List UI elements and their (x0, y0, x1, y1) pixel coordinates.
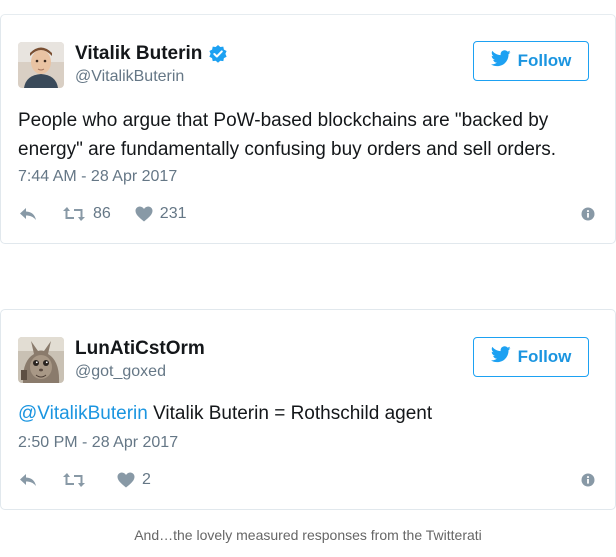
follow-button[interactable]: Follow (473, 337, 589, 377)
author-block[interactable]: LunAtiCstOrm @got_goxed (75, 338, 205, 383)
avatar[interactable] (18, 42, 64, 88)
timestamp[interactable]: 7:44 AM - 28 Apr 2017 (18, 168, 177, 186)
like-button[interactable]: 231 (135, 205, 187, 223)
handle[interactable]: @VitalikButerin (75, 66, 228, 88)
follow-button-label[interactable]: Follow (518, 51, 572, 71)
tweet-actions: 86 231 (18, 204, 595, 224)
info-icon (581, 207, 595, 221)
image-caption: And…the lovely measured responses from t… (134, 527, 482, 543)
follow-button-label[interactable]: Follow (518, 347, 572, 367)
tweet-text: People who argue that PoW-based blockcha… (18, 110, 556, 160)
retweet-icon (62, 472, 86, 488)
twitter-bird-icon (490, 346, 511, 368)
tweet-text: @VitalikButerin Vitalik Buterin = Rothsc… (18, 399, 595, 428)
retweet-icon (62, 206, 86, 222)
retweet-count: 86 (93, 205, 111, 222)
info-icon (581, 473, 595, 487)
like-button[interactable]: 2 (117, 471, 151, 489)
info-button[interactable] (581, 473, 595, 487)
author-block[interactable]: Vitalik Buterin @VitalikButerin (75, 43, 228, 88)
reply-icon (18, 472, 38, 488)
twitter-bird-icon (490, 50, 511, 72)
like-count: 231 (159, 205, 187, 222)
follow-button[interactable]: Follow (473, 41, 589, 81)
verified-badge-icon (208, 44, 228, 64)
like-count: 2 (142, 471, 151, 488)
retweet-button[interactable] (62, 472, 93, 488)
timestamp[interactable]: 2:50 PM - 28 Apr 2017 (18, 434, 178, 452)
heart-icon (117, 472, 135, 488)
reply-button[interactable] (18, 472, 38, 488)
heart-icon (135, 206, 153, 222)
display-name[interactable]: LunAtiCstOrm (75, 338, 205, 360)
avatar[interactable] (18, 337, 64, 383)
tweet-card-vitalik: Vitalik Buterin @VitalikButerin Follow P… (0, 14, 616, 244)
reply-button[interactable] (18, 206, 38, 222)
mention-link[interactable]: @VitalikButerin (18, 403, 148, 424)
display-name-text[interactable]: Vitalik Buterin (75, 43, 202, 65)
tweet-actions: 2 (18, 470, 595, 490)
display-name[interactable]: Vitalik Buterin (75, 43, 228, 65)
display-name-text[interactable]: LunAtiCstOrm (75, 338, 205, 360)
retweet-button[interactable]: 86 (62, 205, 111, 223)
tweet-text-body: Vitalik Buterin = Rothschild agent (147, 403, 433, 424)
info-button[interactable] (581, 207, 595, 221)
handle[interactable]: @got_goxed (75, 361, 205, 383)
reply-icon (18, 206, 38, 222)
tweet-card-lunaticstorm: LunAtiCstOrm @got_goxed Follow @VitalikB… (0, 309, 616, 510)
